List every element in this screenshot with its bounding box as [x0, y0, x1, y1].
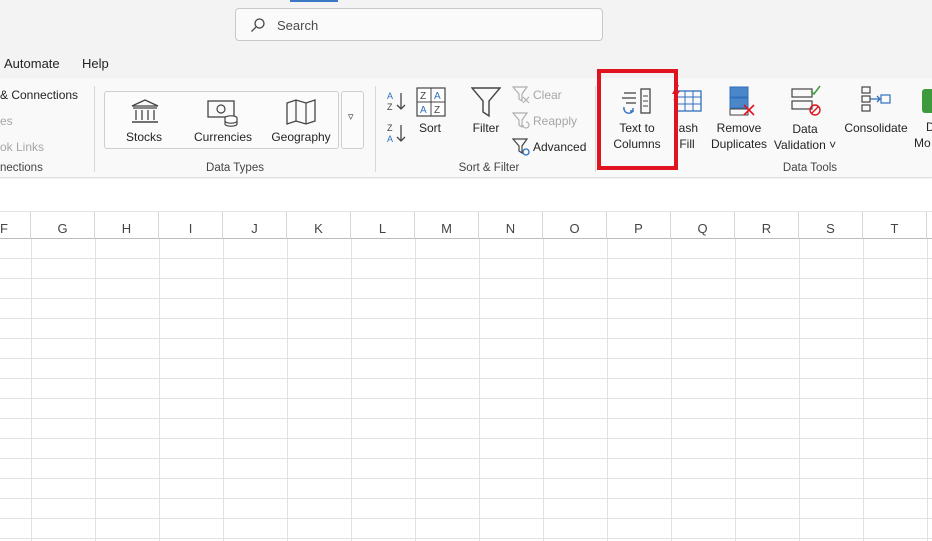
column-header-o[interactable]: O	[543, 212, 607, 239]
remove-duplicates-label-1[interactable]: Remove	[717, 120, 762, 136]
menu-bar: Automate Help	[0, 48, 932, 78]
data-validation-label-1[interactable]: Data	[792, 121, 817, 137]
column-header-s[interactable]: S	[799, 212, 863, 239]
title-accent	[290, 0, 338, 2]
svg-text:Z: Z	[387, 102, 393, 112]
column-header-k[interactable]: K	[287, 212, 351, 239]
column-header-h[interactable]: H	[95, 212, 159, 239]
data-validation-icon	[791, 85, 821, 116]
svg-text:Z: Z	[387, 123, 393, 133]
filter-button[interactable]: Filter	[473, 120, 500, 136]
group-label-data-tools: Data Tools	[782, 162, 838, 174]
chevron-down-icon: ▿	[348, 111, 354, 123]
sort-icon: Z A A Z	[416, 87, 446, 117]
cell-grid[interactable]	[0, 239, 932, 541]
column-header-p[interactable]: P	[607, 212, 671, 239]
svg-text:A: A	[420, 105, 427, 116]
tab-automate[interactable]: Automate	[4, 56, 60, 71]
geography-icon	[286, 99, 316, 125]
column-header-i[interactable]: I	[159, 212, 223, 239]
sort-ascending-icon: A Z	[387, 91, 406, 112]
queries-connections-button[interactable]: & Connections	[0, 88, 78, 102]
remove-duplicates-label-2[interactable]: Duplicates	[711, 136, 767, 152]
clear-button: Clear	[533, 88, 562, 102]
svg-text:Z: Z	[420, 91, 426, 102]
data-model-label-2[interactable]: Mo	[914, 136, 931, 150]
sort-button[interactable]: Sort	[419, 120, 441, 136]
clear-filter-icon	[512, 86, 530, 104]
data-validation-label-2[interactable]: Validation ˅	[774, 137, 836, 153]
data-model-icon	[922, 89, 932, 113]
group-separator	[94, 86, 95, 172]
consolidate-button[interactable]: Consolidate	[844, 120, 907, 136]
search-input[interactable]: Search	[235, 8, 603, 41]
filter-icon	[471, 87, 501, 118]
ribbon: & Connections es ok Links nections Stock…	[0, 78, 932, 178]
flash-fill-label-1[interactable]: lash	[676, 120, 698, 136]
sort-descending-icon: Z A	[387, 123, 406, 144]
column-header-m[interactable]: M	[415, 212, 479, 239]
stocks-button[interactable]: Stocks	[126, 129, 162, 145]
currencies-icon	[207, 100, 238, 127]
column-header-q[interactable]: Q	[671, 212, 735, 239]
search-icon	[251, 18, 265, 32]
group-label-sort-filter: Sort & Filter	[458, 162, 520, 174]
advanced-button[interactable]: Advanced	[533, 140, 586, 154]
title-bar: Search	[0, 0, 932, 48]
formula-bar-area	[0, 179, 932, 212]
stocks-icon	[131, 99, 159, 123]
column-header-g[interactable]: G	[31, 212, 95, 239]
column-header-r[interactable]: R	[735, 212, 799, 239]
column-header-row: FGHIJKLMNOPQRST	[0, 212, 932, 239]
advanced-filter-icon	[512, 138, 530, 156]
consolidate-icon	[861, 86, 891, 112]
svg-text:A: A	[387, 91, 393, 101]
column-header-l[interactable]: L	[351, 212, 415, 239]
group-label-connections: nections	[0, 162, 43, 174]
svg-text:Z: Z	[434, 105, 440, 116]
column-header-f[interactable]: F	[0, 212, 31, 239]
column-header-t[interactable]: T	[863, 212, 927, 239]
group-separator	[375, 86, 376, 172]
reapply-button: Reapply	[533, 114, 578, 128]
geography-button[interactable]: Geography	[271, 129, 330, 145]
svg-text:A: A	[387, 134, 393, 144]
properties-button: es	[0, 114, 13, 128]
svg-text:A: A	[434, 91, 441, 102]
column-header-j[interactable]: J	[223, 212, 287, 239]
data-model-label-1[interactable]: D	[926, 120, 932, 134]
remove-duplicates-icon	[729, 86, 755, 116]
currencies-button[interactable]: Currencies	[194, 129, 252, 145]
flash-fill-label-2[interactable]: Fill	[679, 136, 694, 152]
workbook-links-button: ok Links	[0, 140, 45, 154]
group-separator	[595, 86, 596, 172]
highlight-box	[597, 69, 678, 170]
column-header-n[interactable]: N	[479, 212, 543, 239]
tab-help[interactable]: Help	[82, 56, 109, 71]
data-types-more-button[interactable]: ▿	[341, 91, 364, 149]
group-label-data-types: Data Types	[206, 162, 264, 174]
reapply-icon	[512, 112, 530, 129]
search-placeholder: Search	[277, 18, 319, 33]
